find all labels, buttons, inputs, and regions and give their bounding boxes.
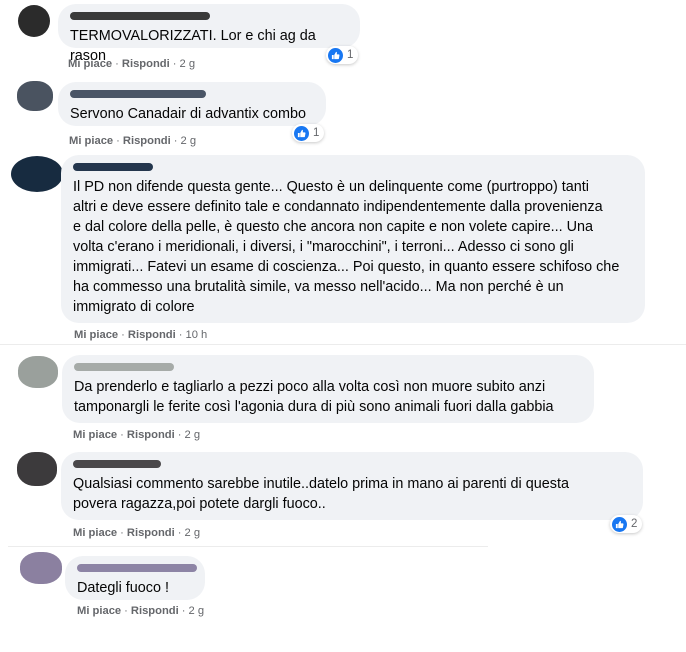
redacted-author-name (77, 564, 197, 572)
comment-bubble: Dategli fuoco ! (65, 556, 205, 600)
comment-actions: Mi piace · Rispondi · 2 g (73, 429, 201, 441)
like-link[interactable]: Mi piace (77, 605, 121, 617)
like-icon (294, 125, 309, 141)
comment-text: Servono Canadair di advantix combo (70, 106, 306, 122)
avatar[interactable] (20, 552, 62, 584)
like-link[interactable]: Mi piace (74, 329, 118, 341)
avatar[interactable] (11, 156, 63, 192)
comment-bubble: Il PD non difende questa gente... Questo… (61, 155, 645, 323)
timestamp[interactable]: 10 h (185, 329, 207, 341)
comment-text: Dategli fuoco ! (77, 580, 169, 596)
comment-text: Il PD non difende questa gente... Questo… (73, 179, 620, 315)
like-link[interactable]: Mi piace (69, 135, 113, 147)
timestamp[interactable]: 2 g (179, 58, 195, 70)
comment-bubble: TERMOVALORIZZATI. Lor e chi ag da rason (58, 4, 360, 64)
comment-actions: Mi piace · Rispondi · 2 g (77, 605, 205, 617)
reply-link[interactable]: Rispondi (127, 527, 175, 539)
reaction-number: 1 (313, 127, 320, 139)
redacted-author-name (70, 90, 206, 98)
reply-link[interactable]: Rispondi (123, 135, 171, 147)
avatar[interactable] (17, 452, 57, 486)
comment-text: Qualsiasi commento sarebbe inutile..date… (73, 476, 569, 512)
reaction-number: 2 (631, 518, 638, 530)
comment-bubble: Da prenderlo e tagliarlo a pezzi poco al… (62, 355, 594, 423)
reply-link[interactable]: Rispondi (127, 429, 175, 441)
avatar[interactable] (18, 5, 50, 37)
like-icon (612, 516, 627, 532)
comment-actions: Mi piace · Rispondi · 2 g (68, 58, 196, 70)
reply-link[interactable]: Rispondi (131, 605, 179, 617)
avatar[interactable] (17, 81, 53, 111)
redacted-author-name (74, 363, 174, 371)
reply-link[interactable]: Rispondi (122, 58, 170, 70)
reaction-number: 1 (347, 49, 354, 61)
redacted-author-name (70, 12, 210, 20)
timestamp[interactable]: 2 g (188, 605, 204, 617)
like-link[interactable]: Mi piace (73, 527, 117, 539)
divider (8, 546, 488, 547)
reaction-count[interactable]: 1 (326, 46, 359, 64)
like-link[interactable]: Mi piace (68, 58, 112, 70)
reaction-count[interactable]: 1 (292, 124, 325, 142)
like-icon (328, 47, 343, 63)
redacted-author-name (73, 163, 153, 171)
like-link[interactable]: Mi piace (73, 429, 117, 441)
timestamp[interactable]: 2 g (184, 429, 200, 441)
comment-text: Da prenderlo e tagliarlo a pezzi poco al… (74, 379, 554, 415)
comment-bubble: Servono Canadair di advantix combo (58, 82, 326, 126)
comment-actions: Mi piace · Rispondi · 2 g (73, 527, 201, 539)
reply-link[interactable]: Rispondi (128, 329, 176, 341)
reaction-count[interactable]: 2 (610, 515, 643, 533)
comment-actions: Mi piace · Rispondi · 2 g (69, 135, 197, 147)
comment-actions: Mi piace · Rispondi · 10 h (74, 329, 208, 341)
comment-bubble: Qualsiasi commento sarebbe inutile..date… (61, 452, 643, 520)
avatar[interactable] (18, 356, 58, 388)
redacted-author-name (73, 460, 161, 468)
timestamp[interactable]: 2 g (180, 135, 196, 147)
timestamp[interactable]: 2 g (184, 527, 200, 539)
divider (0, 344, 686, 345)
